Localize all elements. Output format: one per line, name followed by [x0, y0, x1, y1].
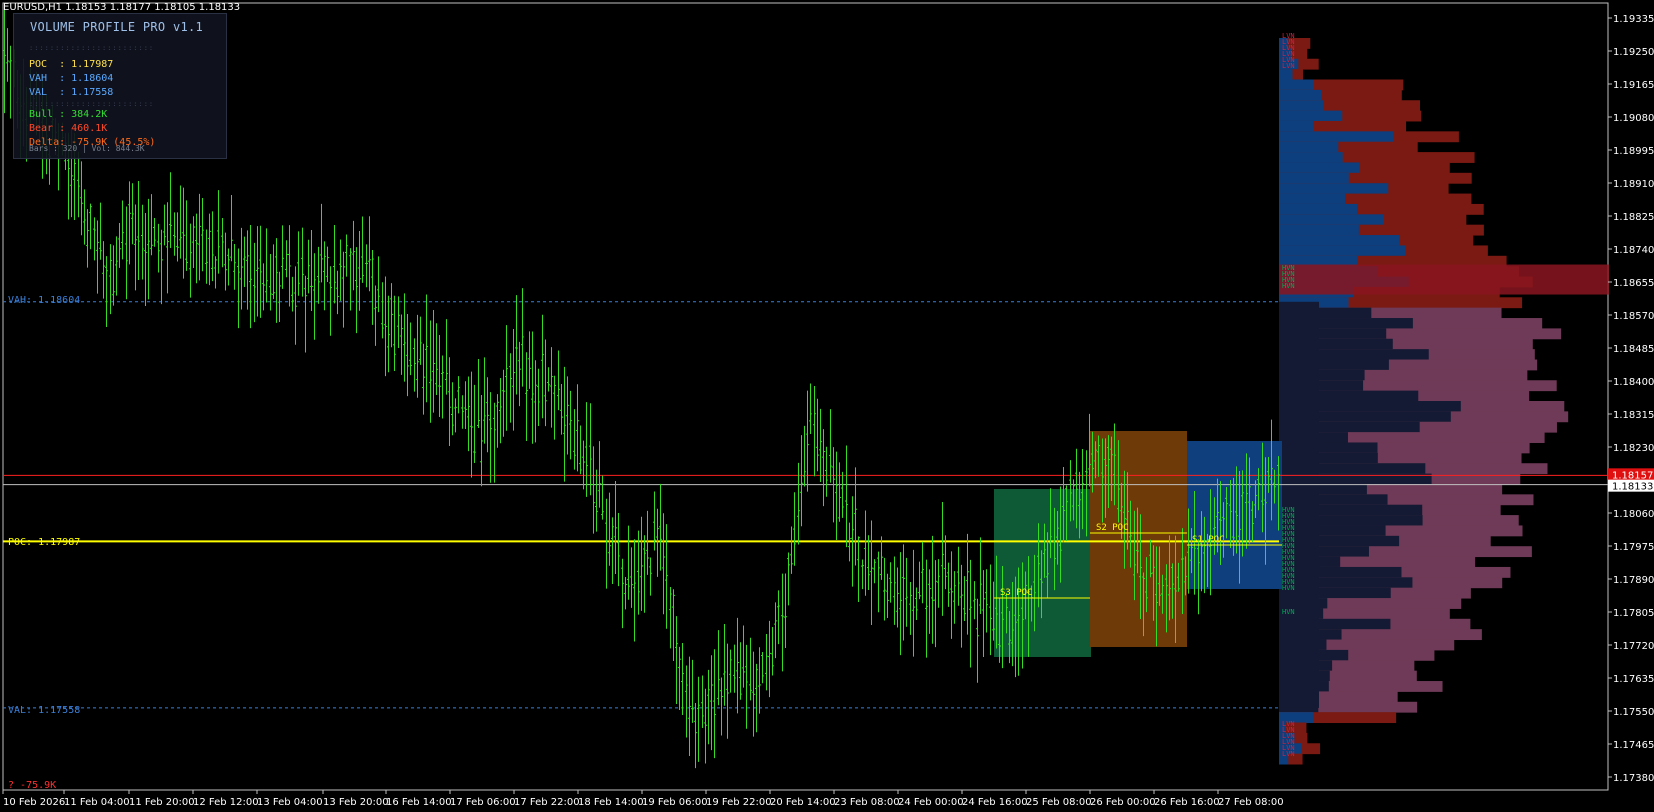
profile-row-bull [1279, 183, 1389, 195]
price-tick-label: 1.17380 [1613, 773, 1654, 784]
profile-row-bull [1279, 89, 1322, 101]
price-tick-label: 1.17805 [1613, 608, 1654, 619]
price-tick-label: 1.19080 [1613, 113, 1654, 124]
volume-profile [1279, 38, 1609, 765]
price-tick-label: 1.18825 [1613, 212, 1654, 223]
time-tick-label: 27 Feb 08:00 [1218, 797, 1284, 808]
time-tick-label: 19 Feb 06:00 [642, 797, 708, 808]
price-tick-label: 1.17550 [1613, 707, 1654, 718]
price-chart-canvas[interactable]: S3 POCS2 POCS1 POCHVNHVNHVNHVNHVNHVNHVNH… [0, 0, 1654, 812]
time-tick-label: 11 Feb 20:00 [129, 797, 195, 808]
profile-row-bull [1279, 100, 1324, 112]
profile-row-bull [1279, 224, 1359, 236]
profile-row-bull [1279, 172, 1349, 184]
last-price-tag-label: 1.18133 [1612, 482, 1653, 493]
profile-row-bull [1279, 79, 1314, 91]
panel-poc: POC : 1.17987 [29, 59, 114, 70]
price-tick-label: 1.19335 [1613, 14, 1654, 25]
session-3-poc-label: S3 POC [1000, 588, 1033, 598]
session-2-poc-label: S2 POC [1096, 523, 1129, 533]
profile-row-bull [1279, 152, 1343, 163]
price-tick-label: 1.17465 [1613, 740, 1654, 751]
profile-row-bull [1279, 193, 1346, 205]
hvn-band [1279, 264, 1609, 295]
time-tick-label: 26 Feb 00:00 [1090, 797, 1156, 808]
profile-row-bull [1279, 235, 1400, 246]
profile-row-bull [1279, 162, 1360, 174]
panel-footer: Bars : 320 | Vol: 844.3K [29, 144, 145, 153]
panel-separator: :::::::::::::::::::::::: [29, 44, 155, 52]
lvn-tag: LVN [1282, 750, 1295, 758]
val-label: VAL: 1.17558 [8, 705, 81, 716]
profile-row-bull [1279, 131, 1394, 143]
hvn-tag: HVN [1282, 584, 1295, 592]
time-tick-label: 12 Feb 12:00 [193, 797, 259, 808]
symbol-title: EURUSD,H1 1.18153 1.18177 1.18105 1.1813… [3, 2, 241, 13]
profile-row-bull [1279, 120, 1314, 132]
price-tick-label: 1.17635 [1613, 674, 1654, 685]
price-tick-label: 1.17720 [1613, 641, 1654, 652]
session-1-poc-label: S1 POC [1192, 535, 1225, 545]
price-tick-label: 1.18400 [1613, 377, 1654, 388]
price-tick-label: 1.18995 [1613, 146, 1654, 157]
panel-bull: Bull : 384.2K [29, 109, 108, 120]
poc-label: POC: 1.17987 [8, 537, 81, 548]
time-tick-label: 13 Feb 04:00 [257, 797, 323, 808]
profile-row-bull [1279, 141, 1339, 153]
vah-label: VAH: 1.18604 [8, 295, 81, 306]
value-area-band [1279, 301, 1319, 708]
price-tick-label: 1.18740 [1613, 245, 1654, 256]
price-tick-label: 1.19250 [1613, 47, 1654, 58]
time-tick-label: 20 Feb 14:00 [770, 797, 836, 808]
profile-row-bull [1279, 69, 1293, 80]
price-tick-label: 1.18230 [1613, 443, 1654, 454]
profile-row-bull [1279, 245, 1406, 257]
hvn-tag: HVN [1282, 282, 1295, 290]
panel-val: VAL : 1.17558 [29, 87, 114, 98]
lvn-tag: LVN [1282, 62, 1295, 70]
panel-title: VOLUME PROFILE PRO v1.1 [30, 20, 204, 34]
time-tick-label: 16 Feb 14:00 [386, 797, 452, 808]
time-tick-label: 23 Feb 08:00 [834, 797, 900, 808]
time-tick-label: 17 Feb 22:00 [514, 797, 580, 808]
time-tick-label: 19 Feb 22:00 [706, 797, 772, 808]
time-tick-label: 24 Feb 16:00 [962, 797, 1028, 808]
time-tick-label: 24 Feb 00:00 [898, 797, 964, 808]
price-tick-label: 1.18910 [1613, 179, 1654, 190]
time-tick-label: 25 Feb 08:00 [1026, 797, 1092, 808]
profile-row-bull [1279, 110, 1343, 122]
panel-separator: :::::::::::::::::::::::: [29, 100, 155, 108]
time-tick-label: 18 Feb 14:00 [578, 797, 644, 808]
price-tick-label: 1.18655 [1613, 278, 1654, 289]
time-tick-label: 26 Feb 16:00 [1154, 797, 1220, 808]
price-tick-label: 1.17975 [1613, 542, 1654, 553]
panel-vah: VAH : 1.18604 [29, 73, 114, 84]
price-axis: 1.19335 1.19250 1.19165 1.19080 1.18995 1.189… [1608, 14, 1654, 784]
price-tick-label: 1.18060 [1613, 509, 1654, 520]
time-tick-label: 11 Feb 04:00 [64, 797, 130, 808]
hvn-tag: HVN [1282, 608, 1295, 616]
chart-window[interactable]: S3 POC S2 POC S1 POC HVN HVN HVN HVN HVN HVN HVN H… [0, 0, 1654, 812]
time-tick-label: 17 Feb 06:00 [450, 797, 516, 808]
price-tick-label: 1.18485 [1613, 344, 1654, 355]
profile-row-bull [1279, 203, 1358, 215]
time-tick-label: 13 Feb 20:00 [323, 797, 389, 808]
volume-profile-panel: VOLUME PROFILE PRO v1.1 ::::::::::::::::… [13, 13, 227, 159]
price-tick-label: 1.17890 [1613, 575, 1654, 586]
price-tick-label: 1.18570 [1613, 311, 1654, 322]
price-tick-label: 1.19165 [1613, 80, 1654, 91]
panel-bear: Bear : 460.1K [29, 123, 108, 134]
price-tick-label: 1.18315 [1613, 410, 1654, 421]
time-axis: 10 Feb 202611 Feb 04:00 11 Feb 20:0012 Fe… [2, 790, 1284, 808]
time-tick-label: 10 Feb 2026 [3, 797, 65, 808]
profile-row-bull [1279, 214, 1384, 226]
delta-bottom-label: ? -75.9K [8, 780, 57, 791]
